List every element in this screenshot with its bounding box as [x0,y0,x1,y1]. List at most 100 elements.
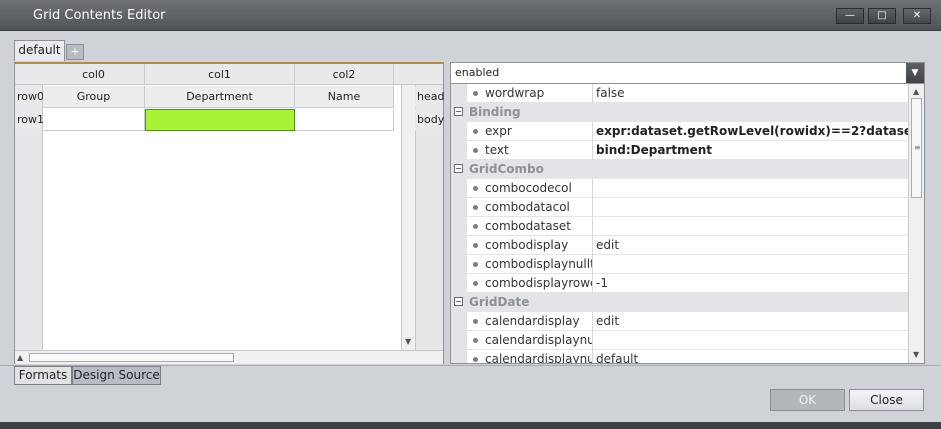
scroll-down-icon[interactable]: ▼ [405,337,411,346]
chevron-down-icon[interactable]: ▼ [906,63,924,83]
row-gutter [451,331,467,350]
property-row[interactable]: combodatacol [451,198,908,217]
property-name-text: calendardisplaynulltype [485,352,593,363]
column-header[interactable]: col1 [145,64,295,85]
window-title: Grid Contents Editor [33,8,166,23]
bullet-icon [473,338,478,343]
add-tab-button[interactable]: + [66,44,84,60]
bullet-icon [473,243,478,248]
bullet-icon [473,357,478,362]
category-label: Binding [469,105,521,119]
row-label[interactable]: row1 [15,109,44,131]
property-name-text: text [485,143,509,157]
grid-cell[interactable]: Name [295,86,394,108]
property-row[interactable]: combodisplaynulltext [451,255,908,274]
row-gutter [451,255,467,274]
property-list: wordwrap false − Binding expr expr:dataset.ge… [451,84,908,363]
property-row[interactable]: combocodecol [451,179,908,198]
close-button[interactable]: Close [849,389,924,411]
scroll-up-icon[interactable]: ▲ [17,353,23,362]
property-category[interactable]: − GridDate [451,293,908,312]
property-vertical-scrollbar[interactable]: ▲ ≡ ▼ [908,84,924,363]
property-value[interactable] [593,331,908,350]
property-name: calendardisplaynulltext [467,331,593,350]
property-name-text: expr [485,124,512,138]
row-gutter [451,274,467,293]
row-gutter [451,198,467,217]
grid-vertical-scrollbar[interactable]: ▼ [401,85,415,350]
collapse-icon[interactable]: − [454,107,463,116]
row-gutter [451,312,467,331]
property-row[interactable]: calendardisplaynulltext [451,331,908,350]
window-bottom-edge [0,422,941,429]
scroll-thumb[interactable] [29,353,234,362]
property-value[interactable]: edit [593,312,908,331]
category-label: GridDate [469,295,530,309]
property-category[interactable]: − Binding [451,103,908,122]
tab-default[interactable]: default [14,40,65,61]
scroll-down-icon[interactable]: ▼ [913,350,919,359]
grid-cell[interactable]: Group [43,86,145,108]
property-value[interactable]: bind:Department [593,141,908,160]
bullet-icon [473,319,478,324]
property-value[interactable]: expr:dataset.getRowLevel(rowidx)==2?data… [593,122,908,141]
row-gutter [451,217,467,236]
row-gutter [451,236,467,255]
grid-cell[interactable] [295,109,394,131]
property-row[interactable]: calendardisplay edit [451,312,908,331]
property-value[interactable]: -1 [593,274,908,293]
maximize-button[interactable]: □ [868,8,896,24]
property-name: wordwrap [467,84,593,103]
close-window-button[interactable]: ✕ [903,8,931,24]
property-value[interactable]: default [593,350,908,363]
property-row[interactable]: combodataset [451,217,908,236]
property-value[interactable] [593,179,908,198]
property-filter-combo[interactable]: enabled ▼ [451,63,924,84]
grid-cell[interactable] [43,109,145,131]
bullet-icon [473,186,478,191]
property-row[interactable]: combodisplay edit [451,236,908,255]
minimize-button[interactable]: — [836,8,864,24]
scroll-up-icon[interactable]: ▲ [913,87,919,96]
bullet-icon [473,205,478,210]
bullet-icon [473,129,478,134]
selected-grid-cell[interactable] [145,109,295,131]
property-row[interactable]: text bind:Department [451,141,908,160]
scroll-thumb[interactable]: ≡ [911,98,922,198]
row-gutter [451,84,467,103]
band-label: body [415,109,444,131]
property-value[interactable] [593,198,908,217]
property-panel: enabled ▼ wordwrap false − Binding expr expr:… [450,62,925,364]
grid-horizontal-scrollbar[interactable]: ▲ [15,350,443,364]
property-row[interactable]: expr expr:dataset.getRowLevel(rowidx)==2?… [451,122,908,141]
property-row[interactable]: wordwrap false [451,84,908,103]
column-header[interactable]: col2 [295,64,394,85]
row-label[interactable]: row0 [15,86,44,108]
property-value[interactable]: false [593,84,908,103]
ok-button[interactable]: OK [770,389,845,411]
grid-cell[interactable]: Department [145,86,295,108]
bullet-icon [473,262,478,267]
property-value[interactable] [593,255,908,274]
property-category[interactable]: − GridCombo [451,160,908,179]
tab-formats[interactable]: Formats [14,366,72,385]
property-name: combocodecol [467,179,593,198]
property-row[interactable]: calendardisplaynulltypedefault [451,350,908,363]
property-name-text: combodisplaynulltext [485,257,592,271]
column-header[interactable]: col0 [43,64,145,85]
property-name-text: combodisplay [485,238,569,252]
property-name: calendardisplay [467,312,593,331]
property-value[interactable]: edit [593,236,908,255]
property-name: combodisplayrowcount [467,274,593,293]
collapse-icon[interactable]: − [454,164,463,173]
bullet-icon [473,91,478,96]
collapse-icon[interactable]: − [454,297,463,306]
bullet-icon [473,281,478,286]
row-gutter [451,122,467,141]
property-value[interactable] [593,217,908,236]
tab-design-source[interactable]: Design Source [72,366,161,385]
row-gutter [451,350,467,363]
property-row[interactable]: combodisplayrowcount-1 [451,274,908,293]
combo-value: enabled [455,66,500,79]
bullet-icon [473,224,478,229]
